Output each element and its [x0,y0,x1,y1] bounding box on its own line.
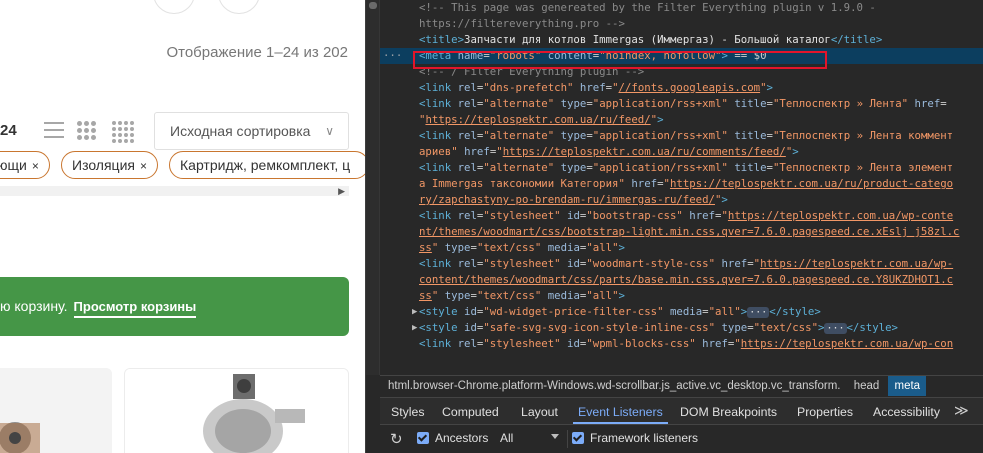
dom-node-link-cont[interactable]: а Immergas таксономии Категория" href="h… [380,176,983,192]
annotation-highlight-box [413,51,827,69]
cart-notice: ю корзину. Просмотр корзины [0,277,349,336]
sort-select[interactable]: Исходная сортировка ∨ [154,112,349,150]
chips-scrollbar[interactable]: ▶ [0,186,349,196]
product-image [125,369,348,453]
dom-node-comment[interactable]: <!-- This page was genereated by the Fil… [380,0,983,16]
dom-node-link-cont[interactable]: ариев" href="https://teplospektr.com.ua/… [380,144,983,160]
expand-triangle-icon[interactable]: ▶ [412,320,417,336]
product-card[interactable] [0,368,112,453]
grid-4-view-icon[interactable] [112,121,134,143]
framework-listeners-checkbox[interactable] [572,432,584,444]
product-image [0,368,112,453]
breadcrumb-item-meta[interactable]: meta [888,376,927,396]
filter-chip[interactable]: ющи × [0,151,50,179]
active-tab-indicator [573,422,668,424]
sidebar-panel-tabs: Styles Computed Layout Event Listeners D… [380,397,983,425]
dom-node-link[interactable]: <link rel="stylesheet" id="bootstrap-css… [380,208,983,224]
dom-node-link[interactable]: <link rel="stylesheet" id="woodmart-styl… [380,256,983,272]
view-cart-link[interactable]: Просмотр корзины [73,299,197,318]
tab-properties[interactable]: Properties [797,405,853,419]
dom-node-link-cont[interactable]: nt/themes/woodmart/css/bootstrap-light.m… [380,224,983,240]
ancestors-checkbox[interactable] [417,432,429,444]
scroll-right-arrow-icon[interactable]: ▶ [338,186,345,197]
dom-node-link[interactable]: <link rel="alternate" type="application/… [380,96,983,112]
per-page-value[interactable]: 24 [0,122,17,139]
tab-styles[interactable]: Styles [391,405,425,419]
framework-listeners-label: Framework listeners [590,431,699,445]
tab-layout[interactable]: Layout [521,405,558,419]
elements-scrollbar[interactable] [366,0,380,375]
listener-filter-select[interactable]: All [500,431,513,445]
filter-chip[interactable]: Изоляция × [61,151,158,179]
more-tabs-icon[interactable]: ≫ [954,402,969,419]
result-count: Отображение 1–24 из 202 [166,44,348,61]
chevron-down-icon: ∨ [325,124,334,138]
header-icon-button[interactable] [153,0,195,14]
dom-node-comment[interactable]: https://filtereverything.pro --> [380,16,983,32]
grid-3-view-icon[interactable] [77,121,96,140]
event-listeners-toolbar: ↻ Ancestors All Framework listeners [380,425,983,453]
dom-node-link[interactable]: <link rel="alternate" type="application/… [380,128,983,144]
webpage-viewport: Отображение 1–24 из 202 24 Исходная сорт… [0,0,365,453]
dom-node-link[interactable]: <link rel="dns-prefetch" href="//fonts.g… [380,80,983,96]
dom-node-link-cont[interactable]: ry/zapchastyny-po-brendam-ru/immergas-ru… [380,192,983,208]
remove-filter-icon[interactable]: × [140,159,147,173]
filter-chip-label: ющи [0,157,27,173]
tab-event-listeners[interactable]: Event Listeners [578,405,663,419]
list-view-icon[interactable] [44,122,64,140]
dom-node-title[interactable]: <title>Запчасти для котлов Immergas (Имм… [380,32,983,48]
ancestors-label: Ancestors [435,431,489,445]
tab-accessibility[interactable]: Accessibility [873,405,940,419]
cart-notice-text: ю корзину. [0,298,68,314]
breadcrumb: html.browser-Chrome.platform-Windows.wd-… [380,375,983,397]
dom-node-link-cont[interactable]: ss" type="text/css" media="all"> [380,240,983,256]
devtools-panel: <!-- This page was genereated by the Fil… [365,0,983,453]
scrollbar-thumb[interactable] [369,2,377,9]
dom-node-link-cont[interactable]: "https://teplospektr.com.ua/ru/feed/"> [380,112,983,128]
dom-node-style[interactable]: ▶ <style id="safe-svg-svg-icon-style-inli… [380,320,983,336]
dom-node-link[interactable]: <link rel="stylesheet" id="wpml-blocks-c… [380,336,983,352]
refresh-icon[interactable]: ↻ [390,430,403,448]
tab-dom-breakpoints[interactable]: DOM Breakpoints [680,405,777,419]
breadcrumb-item-head[interactable]: head [854,380,880,392]
remove-filter-icon[interactable]: × [32,159,39,173]
toolbar-divider [567,430,568,448]
filter-chip-label: Картридж, ремкомплект, ц [180,157,351,173]
dom-node-style[interactable]: ▶ <style id="wd-widget-price-filter-css" … [380,304,983,320]
more-options-icon[interactable]: ··· [383,48,402,64]
breadcrumb-item-html[interactable]: html.browser-Chrome.platform-Windows.wd-… [388,380,840,392]
sort-select-value: Исходная сортировка [170,123,311,139]
collapsed-content-icon[interactable]: ··· [824,323,847,334]
tab-computed[interactable]: Computed [442,405,499,419]
collapsed-content-icon[interactable]: ··· [747,307,770,318]
filter-chip[interactable]: Картридж, ремкомплект, ц [169,151,365,179]
chevron-down-icon[interactable] [551,434,559,439]
filter-chip-label: Изоляция [72,157,135,173]
product-card[interactable] [124,368,349,453]
expand-triangle-icon[interactable]: ▶ [412,304,417,320]
header-icon-button[interactable] [218,0,260,14]
dom-node-link[interactable]: <link rel="alternate" type="application/… [380,160,983,176]
dom-node-link-cont[interactable]: ss" type="text/css" media="all"> [380,288,983,304]
dom-node-link-cont[interactable]: content/themes/woodmart/css/parts/base.m… [380,272,983,288]
